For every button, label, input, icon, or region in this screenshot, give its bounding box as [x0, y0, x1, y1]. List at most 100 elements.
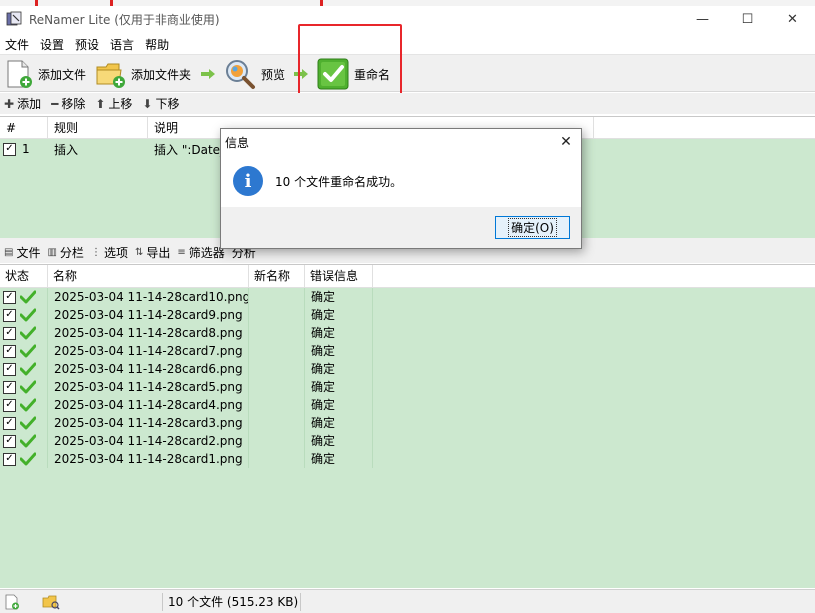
- add-folders-button[interactable]: 添加文件夹: [95, 55, 191, 93]
- file-name: 2025-03-04 11-14-28card4.png: [48, 396, 249, 414]
- info-icon: i: [233, 166, 263, 196]
- status-cell: ✓: [0, 396, 48, 414]
- dialog-ok-button[interactable]: 确定(O): [495, 216, 570, 239]
- file-row[interactable]: ✓ 2025-03-04 11-14-28card7.png 确定: [0, 342, 815, 360]
- file-name: 2025-03-04 11-14-28card2.png: [48, 432, 249, 450]
- file-checkbox[interactable]: ✓: [3, 362, 16, 376]
- file-error-message: 确定: [305, 306, 373, 324]
- move-up-label: 上移: [108, 97, 133, 111]
- file-error-message: 确定: [305, 378, 373, 396]
- file-name: 2025-03-04 11-14-28card9.png: [48, 306, 249, 324]
- file-checkbox[interactable]: ✓: [3, 452, 16, 466]
- status-cell: ✓: [0, 288, 48, 306]
- export-menu-label: 导出: [146, 246, 171, 260]
- file-error-message: 确定: [305, 432, 373, 450]
- arrow-divider: [201, 55, 215, 93]
- maximize-button[interactable]: ☐: [725, 6, 770, 32]
- menu-settings[interactable]: 设置: [35, 36, 70, 53]
- file-checkbox[interactable]: ✓: [3, 308, 16, 322]
- add-folder-status-icon[interactable]: [42, 594, 60, 610]
- add-rule-button[interactable]: ✚ 添加: [4, 95, 41, 112]
- file-name: 2025-03-04 11-14-28card6.png: [48, 360, 249, 378]
- rules-toolbar: ✚ 添加 ━ 移除 ⬆ 上移 ⬇ 下移: [0, 93, 815, 114]
- file-error-message: 确定: [305, 288, 373, 306]
- success-check-icon: [20, 308, 36, 322]
- success-check-icon: [20, 452, 36, 466]
- options-menu-button[interactable]: ⋮ 选项: [91, 244, 128, 261]
- add-files-label: 添加文件: [38, 67, 87, 82]
- file-row[interactable]: ✓ 2025-03-04 11-14-28card3.png 确定: [0, 414, 815, 432]
- preview-label: 预览: [261, 67, 286, 82]
- columns-menu-button[interactable]: ▥ 分栏: [47, 244, 83, 261]
- file-new-name: [249, 288, 305, 306]
- status-cell: ✓: [0, 450, 48, 468]
- column-header-error[interactable]: 错误信息: [305, 265, 373, 288]
- file-row[interactable]: ✓ 2025-03-04 11-14-28card1.png 确定: [0, 450, 815, 468]
- files-icon: ▤: [4, 247, 14, 258]
- file-checkbox[interactable]: ✓: [3, 434, 16, 448]
- dialog-ok-label: 确定(O): [508, 218, 557, 237]
- dialog-close-button[interactable]: ✕: [551, 130, 581, 154]
- menu-help[interactable]: 帮助: [140, 36, 175, 53]
- file-checkbox[interactable]: ✓: [3, 380, 16, 394]
- file-error-message: 确定: [305, 414, 373, 432]
- status-cell: ✓: [0, 360, 48, 378]
- menu-file[interactable]: 文件: [0, 36, 35, 53]
- preview-button[interactable]: 预览: [224, 55, 285, 93]
- title-bar: ReNamer Lite (仅用于非商业使用) — ☐ ✕: [0, 6, 815, 32]
- move-down-button[interactable]: ⬇ 下移: [142, 95, 179, 112]
- menu-bar: 文件 设置 预设 语言 帮助: [0, 34, 815, 54]
- file-row[interactable]: ✓ 2025-03-04 11-14-28card10.png 确定: [0, 288, 815, 306]
- success-check-icon: [20, 344, 36, 358]
- file-checkbox[interactable]: ✓: [3, 398, 16, 412]
- column-header-status[interactable]: 状态: [0, 265, 48, 288]
- close-window-button[interactable]: ✕: [770, 6, 815, 32]
- minus-icon: ━: [51, 96, 59, 111]
- column-header-number[interactable]: #: [0, 117, 48, 139]
- window-controls: — ☐ ✕: [680, 6, 815, 32]
- file-row[interactable]: ✓ 2025-03-04 11-14-28card8.png 确定: [0, 324, 815, 342]
- files-menu-button[interactable]: ▤ 文件: [4, 244, 40, 261]
- dialog-body: i 10 个文件重命名成功。: [221, 155, 581, 207]
- menu-presets[interactable]: 预设: [70, 36, 105, 53]
- file-checkbox[interactable]: ✓: [3, 326, 16, 340]
- rule-checkbox[interactable]: ✓: [3, 142, 16, 156]
- filters-menu-button[interactable]: ≡ 筛选器: [177, 244, 224, 261]
- file-checkbox[interactable]: ✓: [3, 290, 16, 304]
- file-row[interactable]: ✓ 2025-03-04 11-14-28card5.png 确定: [0, 378, 815, 396]
- rename-button[interactable]: 重命名: [317, 55, 390, 93]
- file-row[interactable]: ✓ 2025-03-04 11-14-28card6.png 确定: [0, 360, 815, 378]
- file-row[interactable]: ✓ 2025-03-04 11-14-28card4.png 确定: [0, 396, 815, 414]
- rename-label: 重命名: [354, 67, 391, 82]
- file-row[interactable]: ✓ 2025-03-04 11-14-28card9.png 确定: [0, 306, 815, 324]
- remove-rule-label: 移除: [61, 97, 86, 111]
- files-menu-label: 文件: [16, 246, 41, 260]
- export-menu-button[interactable]: ⇅ 导出: [135, 244, 170, 261]
- file-error-message: 确定: [305, 342, 373, 360]
- rule-checkbox-cell: ✓ 1: [0, 142, 48, 156]
- file-new-name: [249, 378, 305, 396]
- file-checkbox[interactable]: ✓: [3, 344, 16, 358]
- menu-language[interactable]: 语言: [105, 36, 140, 53]
- arrow-down-icon: ⬇: [142, 96, 153, 111]
- file-error-message: 确定: [305, 360, 373, 378]
- file-checkbox[interactable]: ✓: [3, 416, 16, 430]
- file-name: 2025-03-04 11-14-28card1.png: [48, 450, 249, 468]
- column-header-new-name[interactable]: 新名称: [249, 265, 305, 288]
- column-header-name[interactable]: 名称: [48, 265, 249, 288]
- remove-rule-button[interactable]: ━ 移除: [51, 95, 85, 112]
- arrow-up-icon: ⬆: [95, 96, 106, 111]
- column-header-rule[interactable]: 规则: [48, 117, 148, 139]
- window-title: ReNamer Lite (仅用于非商业使用): [29, 12, 220, 27]
- add-file-status-icon[interactable]: [4, 594, 20, 610]
- file-row[interactable]: ✓ 2025-03-04 11-14-28card2.png 确定: [0, 432, 815, 450]
- file-name: 2025-03-04 11-14-28card5.png: [48, 378, 249, 396]
- columns-menu-label: 分栏: [59, 246, 84, 260]
- file-new-name: [249, 414, 305, 432]
- file-count-summary: 10 个文件 (515.23 KB): [168, 595, 299, 609]
- move-up-button[interactable]: ⬆ 上移: [95, 95, 132, 112]
- status-cell: ✓: [0, 378, 48, 396]
- minimize-button[interactable]: —: [680, 6, 725, 32]
- files-table-header: 状态 名称 新名称 错误信息: [0, 265, 815, 288]
- add-files-button[interactable]: 添加文件: [4, 55, 86, 93]
